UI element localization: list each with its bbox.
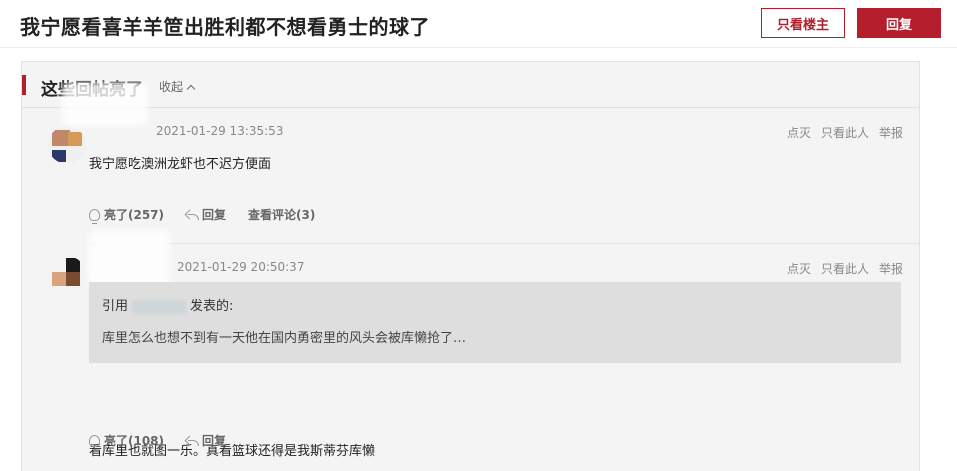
reply-link-label: 回复 — [202, 434, 227, 448]
username-blurred — [62, 82, 148, 126]
report-link[interactable]: 举报 — [879, 124, 903, 141]
username-blurred — [88, 230, 170, 286]
view-comments-label: 查看评论(3) — [248, 208, 316, 222]
report-link[interactable]: 举报 — [879, 260, 903, 277]
reply-link[interactable]: 回复 — [186, 206, 226, 223]
reply-link[interactable]: 回复 — [186, 432, 226, 449]
collapse-toggle[interactable]: 收起 — [159, 78, 196, 95]
dislike-link[interactable]: 点灭 — [787, 260, 811, 277]
thread-title: 我宁愿看喜羊羊笸出胜利都不想看勇士的球了 — [20, 15, 430, 39]
quote-header: 引用 发表的: — [102, 295, 233, 314]
light-button[interactable]: 亮了(257) — [89, 206, 165, 224]
quote-block: 引用 发表的: 库里怎么也想不到有一天他在国内勇密里的风头会被库懒抢了… — [89, 282, 901, 363]
highlighted-replies-panel: 这些回帖亮了 收起 2021-01-29 13:35:53 点灭 只看此人 举报… — [21, 61, 920, 471]
only-this-user-link[interactable]: 只看此人 — [821, 124, 869, 141]
quote-suffix: 发表的: — [190, 299, 234, 314]
light-count: 亮了(108) — [104, 434, 165, 448]
reply-footer: 亮了(257) 回复 查看评论(3) — [89, 206, 315, 224]
reply-time: 2021-01-29 20:50:37 — [177, 260, 305, 274]
reply-icon — [186, 210, 200, 220]
reply-item: 2021-01-29 13:35:53 点灭 只看此人 举报 我宁愿吃澳洲龙虾也… — [22, 82, 919, 244]
section-accent-bar — [22, 75, 26, 95]
reply-actions: 点灭 只看此人 举报 — [787, 260, 903, 277]
reply-footer: 亮了(108) 回复 — [89, 432, 226, 450]
chevron-up-icon — [186, 84, 196, 93]
view-comments-link[interactable]: 查看评论(3) — [248, 206, 315, 223]
quote-body: 库里怎么也想不到有一天他在国内勇密里的风头会被库懒抢了… — [102, 331, 467, 346]
reply-button[interactable]: 回复 — [857, 8, 941, 38]
reply-icon — [186, 436, 200, 446]
avatar[interactable] — [48, 126, 86, 164]
reply-content: 我宁愿吃澳洲龙虾也不迟方便面 — [89, 157, 272, 172]
quote-prefix: 引用 — [102, 299, 129, 314]
reply-link-label: 回复 — [202, 208, 227, 222]
collapse-label: 收起 — [159, 80, 184, 94]
only-op-button[interactable]: 只看楼主 — [761, 8, 845, 38]
light-count: 亮了(257) — [104, 208, 165, 222]
only-this-user-link[interactable]: 只看此人 — [821, 260, 869, 277]
avatar[interactable] — [48, 256, 86, 294]
reply-actions: 点灭 只看此人 举报 — [787, 124, 903, 141]
light-icon — [89, 208, 100, 224]
dislike-link[interactable]: 点灭 — [787, 124, 811, 141]
light-icon — [89, 434, 100, 450]
reply-time: 2021-01-29 13:35:53 — [156, 124, 284, 138]
quoted-username-blurred — [132, 299, 187, 314]
light-button[interactable]: 亮了(108) — [89, 432, 165, 450]
top-bar: 我宁愿看喜羊羊笸出胜利都不想看勇士的球了 只看楼主 回复 — [0, 0, 957, 48]
